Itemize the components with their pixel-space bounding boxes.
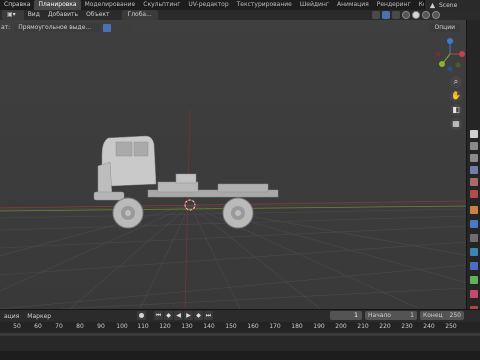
viewport-header: ▣▾ Вид Добавить Объект Глоба... (0, 10, 480, 20)
transform-orientation-dropdown[interactable]: Глоба... (121, 10, 158, 20)
grid-view-icon[interactable]: ▦ (450, 118, 462, 130)
tab-shading[interactable]: Шейдинг (296, 0, 333, 10)
tool-properties-tab[interactable] (470, 130, 478, 138)
wireframe-shading-icon[interactable] (402, 11, 410, 19)
rendered-shading-icon[interactable] (432, 11, 440, 19)
frame-tick: 230 (401, 323, 413, 330)
timeline-ruler[interactable]: 50 60 70 80 90 100 110 120 130 140 150 1… (0, 322, 480, 331)
scene-name: Scene (439, 1, 458, 9)
solid-shading-icon[interactable] (412, 11, 420, 19)
scene-selector[interactable]: Scene (424, 0, 480, 10)
frame-tick: 90 (97, 323, 105, 330)
frame-tick: 160 (247, 323, 259, 330)
menu-playback[interactable]: ация (0, 313, 23, 320)
output-properties-tab[interactable] (470, 154, 478, 162)
frame-tick: 240 (423, 323, 435, 330)
zoom-icon[interactable]: ⌕ (450, 76, 462, 88)
select-mode-new[interactable] (103, 23, 112, 32)
frame-tick: 210 (357, 323, 369, 330)
frame-tick: 70 (55, 323, 63, 330)
physics-tab[interactable] (470, 248, 478, 256)
top-menubar: Справка Планировка Моделирование Скульпт… (0, 0, 480, 10)
record-icon (139, 313, 144, 318)
frame-tick: 150 (225, 323, 237, 330)
modifier-properties-tab[interactable] (470, 220, 478, 228)
menu-view[interactable]: Вид (24, 10, 44, 20)
select-mode-subtract[interactable] (123, 23, 132, 32)
frame-start-value: 1 (410, 312, 414, 319)
render-properties-tab[interactable] (470, 142, 478, 150)
scene-icon (429, 2, 436, 8)
overlay-toggle-icon[interactable] (392, 11, 400, 19)
frame-tick: 100 (116, 323, 128, 330)
tab-uv-editing[interactable]: UV-редактор (184, 0, 232, 10)
frame-start-label: Начало (368, 312, 391, 319)
scene-properties-tab[interactable] (470, 178, 478, 186)
frame-end-value: 250 (449, 312, 461, 319)
frame-tick: 200 (335, 323, 347, 330)
frame-tick: 120 (159, 323, 171, 330)
tab-modeling[interactable]: Моделирование (81, 0, 140, 10)
visibility-icon[interactable] (372, 11, 380, 19)
frame-tick: 60 (34, 323, 42, 330)
current-frame-field[interactable]: 1 (330, 311, 362, 320)
frame-tick: 170 (269, 323, 281, 330)
frame-tick: 130 (181, 323, 193, 330)
prev-keyframe-icon[interactable]: ◆ (164, 311, 173, 320)
particles-tab[interactable] (470, 234, 478, 242)
frame-tick: 250 (445, 323, 457, 330)
select-tool-dropdown[interactable]: Прямоугольное выде... (14, 23, 102, 32)
menu-object[interactable]: Объект (82, 10, 113, 20)
frame-tick: 220 (379, 323, 391, 330)
material-properties-tab[interactable] (470, 290, 478, 298)
3d-cursor[interactable] (183, 198, 197, 212)
frame-tick: 190 (313, 323, 325, 330)
editor-type-select[interactable]: ▣▾ (2, 10, 24, 20)
play-reverse-icon[interactable]: ◀ (174, 311, 183, 320)
tab-layout[interactable]: Планировка (34, 0, 81, 10)
gizmo-toggle-icon[interactable] (382, 11, 390, 19)
camera-icon[interactable]: ◧ (450, 104, 462, 116)
frame-tick: 110 (137, 323, 149, 330)
frame-tick: 50 (13, 323, 21, 330)
shading-controls (372, 11, 440, 19)
select-mode-extend[interactable] (113, 23, 122, 32)
navigation-gizmo[interactable] (434, 36, 466, 72)
jump-start-icon[interactable]: ⏮ (154, 311, 163, 320)
material-shading-icon[interactable] (422, 11, 430, 19)
playback-controls: ⏮ ◆ ◀ ▶ ◆ ⏭ (154, 311, 213, 320)
menu-marker[interactable]: Маркер (23, 313, 55, 320)
menu-add[interactable]: Добавить (44, 10, 82, 20)
tab-rendering[interactable]: Рендеринг (373, 0, 415, 10)
tab-texture-paint[interactable]: Текстурирование (233, 0, 296, 10)
world-properties-tab[interactable] (470, 190, 478, 198)
status-bar (0, 351, 480, 360)
tab-animation[interactable]: Анимация (333, 0, 373, 10)
view-layer-tab[interactable] (470, 166, 478, 174)
menu-help[interactable]: Справка (0, 0, 34, 10)
frame-start-field[interactable]: Начало 1 (365, 311, 417, 320)
properties-tab-strip (466, 20, 480, 314)
next-keyframe-icon[interactable]: ◆ (194, 311, 203, 320)
options-button[interactable]: Опции (429, 23, 460, 32)
frame-end-field[interactable]: Конец 250 (420, 311, 464, 320)
frame-tick: 180 (291, 323, 303, 330)
jump-end-icon[interactable]: ⏭ (204, 311, 213, 320)
constraints-tab[interactable] (470, 262, 478, 270)
truck-model[interactable] (88, 126, 288, 236)
3d-viewport[interactable] (0, 20, 466, 309)
frame-tick: 80 (76, 323, 84, 330)
frame-tick: 140 (203, 323, 215, 330)
tab-sculpting[interactable]: Скульптинг (139, 0, 184, 10)
timeline-scrollbar[interactable] (0, 333, 480, 336)
play-icon[interactable]: ▶ (184, 311, 193, 320)
tool-settings: ат: Прямоугольное выде... (0, 22, 420, 33)
object-properties-tab[interactable] (470, 206, 478, 214)
auto-keying-button[interactable] (137, 311, 146, 320)
frame-end-label: Конец (423, 312, 443, 319)
hand-pan-icon[interactable]: ✋ (450, 90, 462, 102)
tool-prefix: ат: (1, 24, 11, 31)
data-properties-tab[interactable] (470, 276, 478, 284)
